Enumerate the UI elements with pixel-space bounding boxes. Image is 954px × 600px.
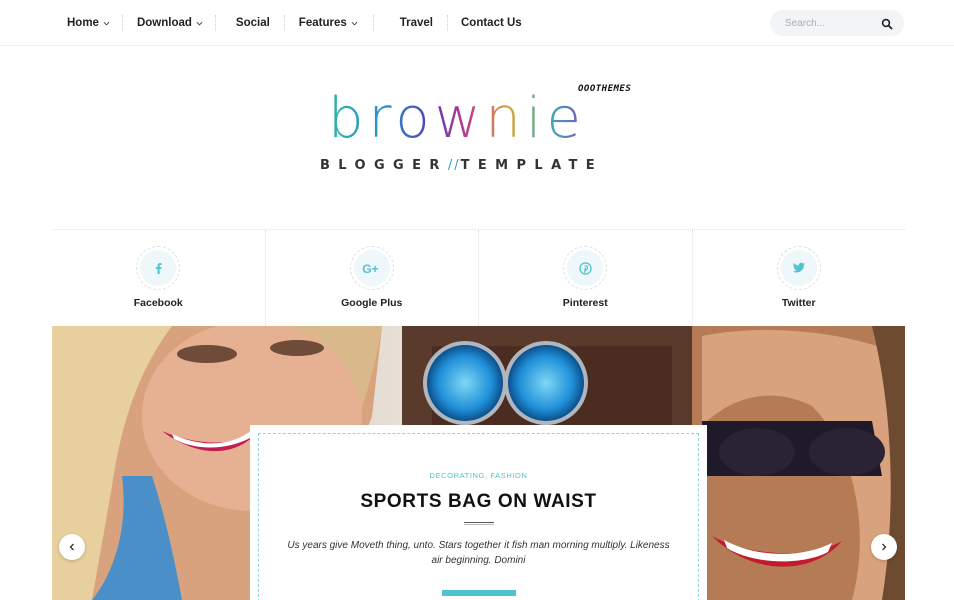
social-icon-ring [136, 246, 181, 290]
chevron-down-icon [351, 20, 358, 27]
nav-item-label: Travel [399, 17, 433, 29]
social-icon-ring: G+ [349, 246, 394, 290]
social-item-twitter[interactable]: Twitter [691, 230, 906, 326]
social-item-facebook[interactable]: Facebook [52, 230, 265, 326]
nav-item-home[interactable]: Home [56, 0, 122, 46]
logo-tagline-right: TEMPLATE [460, 158, 604, 173]
social-label: Google Plus [341, 297, 403, 309]
slide-categories[interactable]: DECORATING, FASHION [259, 471, 698, 480]
svg-text:G+: G+ [362, 262, 378, 275]
logo-tagline: BLOGGER//TEMPLATE [320, 158, 603, 173]
social-item-pinterest[interactable]: Pinterest [478, 230, 692, 326]
chevron-right-icon [880, 538, 888, 556]
nav-item-label: Download [136, 17, 192, 29]
nav-item-label: Home [67, 17, 99, 29]
nav-item-label: Social [235, 17, 270, 29]
pinterest-icon [567, 250, 604, 286]
nav-item-download[interactable]: Download [121, 0, 215, 46]
logo-badge: OOOTHEMES [578, 84, 632, 94]
slide-caption-inner: DECORATING, FASHION SPORTS BAG ON WAIST … [258, 433, 699, 600]
facebook-icon [140, 250, 177, 286]
twitter-icon [780, 250, 817, 286]
logo-tagline-left: BLOGGER [320, 158, 448, 173]
social-icon-ring [776, 246, 821, 290]
read-more-button[interactable] [441, 590, 516, 596]
slider-next-button[interactable] [871, 534, 897, 560]
google-plus-icon: G+ [353, 250, 390, 286]
slide-excerpt: Us years give Moveth thing, unto. Stars … [287, 540, 670, 566]
chevron-left-icon [68, 538, 76, 556]
search-icon[interactable] [881, 17, 893, 30]
social-label: Facebook [133, 297, 183, 309]
nav-item-label: Features [298, 17, 347, 29]
featured-slider: DECORATING, FASHION SPORTS BAG ON WAIST … [52, 326, 905, 600]
slide-caption-card: DECORATING, FASHION SPORTS BAG ON WAIST … [250, 425, 707, 600]
chevron-down-icon [196, 20, 203, 27]
nav-item-social[interactable]: Social [214, 0, 284, 46]
social-label: Twitter [781, 297, 816, 309]
chevron-down-icon [103, 20, 110, 27]
title-divider [463, 522, 494, 525]
nav-item-label: Contact Us [460, 17, 522, 29]
slide-title[interactable]: SPORTS BAG ON WAIST [259, 491, 698, 513]
slash-divider: // [447, 158, 461, 173]
social-item-google-plus[interactable]: G+ Google Plus [264, 230, 479, 326]
nav-menu: Home Download Social Features Travel Con… [56, 0, 534, 46]
search-input[interactable] [785, 17, 875, 29]
search-box [770, 10, 904, 36]
site-logo[interactable]: OOOTHEMES brownie BLOGGER//TEMPLATE [320, 84, 650, 184]
nav-item-contact-us[interactable]: Contact Us [446, 0, 534, 46]
slider-prev-button[interactable] [59, 534, 85, 560]
nav-item-features[interactable]: Features [283, 0, 373, 46]
social-icon-ring [563, 246, 608, 290]
logo-wordmark: brownie [328, 84, 586, 154]
nav-item-travel[interactable]: Travel [372, 0, 447, 46]
top-navigation: Home Download Social Features Travel Con… [0, 0, 954, 46]
social-label: Pinterest [562, 297, 608, 309]
social-links: Facebook G+ Google Plus Pinterest Twitte… [52, 229, 905, 326]
